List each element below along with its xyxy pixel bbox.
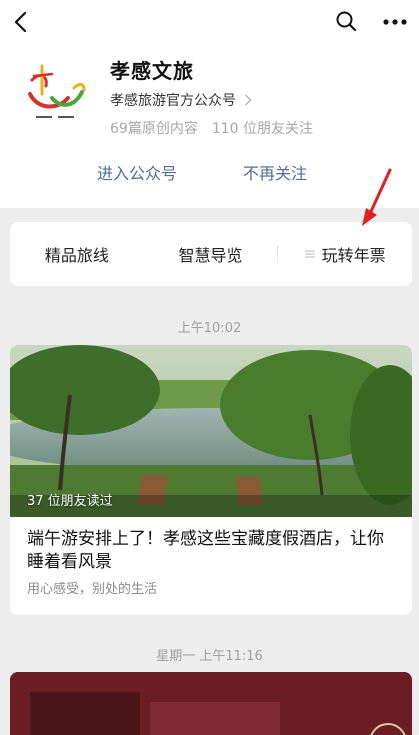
account-header: 孝感文旅 孝感旅游官方公众号 69篇原创内容 110 位朋友关注 进入公众号 不再… bbox=[0, 0, 419, 208]
enter-account-button[interactable]: 进入公众号 bbox=[97, 160, 177, 184]
article-cover-image bbox=[10, 672, 412, 735]
submenu-lines-icon bbox=[304, 250, 315, 258]
feed-timestamp: 上午10:02 bbox=[177, 321, 242, 336]
account-stats: 69篇原创内容 110 位朋友关注 bbox=[110, 118, 313, 138]
article-card[interactable]: 37 位朋友读过 端午游安排上了！孝感这些宝藏度假酒店，让你睡着看风景 用心感受… bbox=[10, 345, 412, 615]
account-menu-bar: 精品旅线 智慧导览 玩转年票 bbox=[10, 222, 412, 286]
feed-timestamp: 星期一 上午11:16 bbox=[156, 649, 263, 664]
original-count: 69篇原创内容 bbox=[110, 121, 198, 137]
account-subtitle: 孝感旅游官方公众号 bbox=[110, 93, 236, 109]
article-title: 端午游安排上了！孝感这些宝藏度假酒店，让你睡着看风景 bbox=[27, 529, 384, 572]
menu-item-annual-ticket[interactable]: 玩转年票 bbox=[278, 242, 412, 266]
menu-item-label: 智慧导览 bbox=[178, 246, 243, 265]
account-name: 孝感文旅 bbox=[110, 59, 194, 83]
read-count-badge: 37 位朋友读过 bbox=[27, 494, 113, 509]
article-card[interactable] bbox=[10, 672, 412, 735]
back-chevron-icon[interactable] bbox=[10, 10, 32, 34]
menu-item-label: 玩转年票 bbox=[321, 246, 386, 265]
xiaogan-tourism-logo[interactable] bbox=[22, 58, 90, 126]
chevron-right-icon bbox=[245, 94, 252, 106]
search-icon[interactable] bbox=[335, 10, 357, 32]
menu-item-routes[interactable]: 精品旅线 bbox=[10, 242, 144, 266]
unfollow-button[interactable]: 不再关注 bbox=[243, 160, 307, 184]
friends-following: 110 位朋友关注 bbox=[211, 121, 313, 137]
menu-item-guide[interactable]: 智慧导览 bbox=[144, 242, 278, 266]
article-digest: 用心感受，别处的生活 bbox=[27, 582, 158, 597]
more-dots-icon[interactable] bbox=[383, 17, 407, 27]
menu-item-label: 精品旅线 bbox=[44, 246, 109, 265]
account-subtitle-link[interactable]: 孝感旅游官方公众号 bbox=[110, 90, 252, 110]
red-arrow-annotation bbox=[362, 168, 392, 226]
